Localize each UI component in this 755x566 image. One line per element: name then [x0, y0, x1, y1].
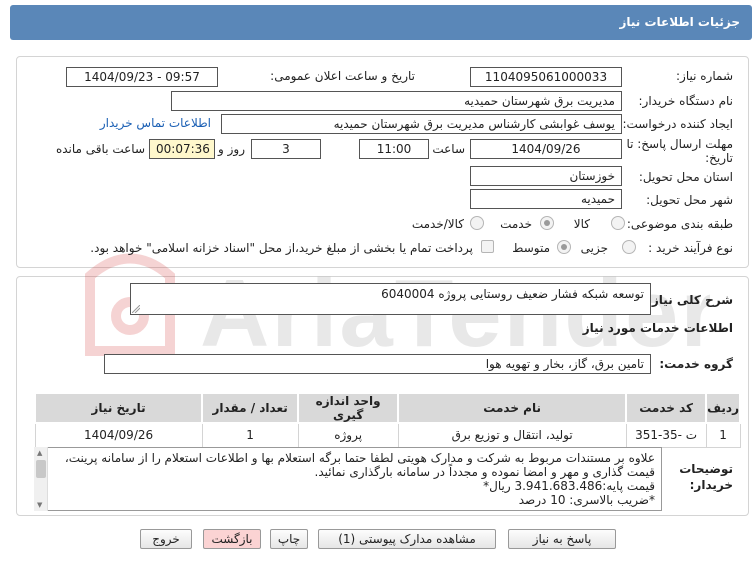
- buyer-contact-link[interactable]: اطلاعات تماس خریدار: [100, 116, 211, 130]
- cell-unit: پروژه: [297, 422, 399, 448]
- buyer-notes-line: علاوه بر مستندات مربوط به شرکت و مدارک ه…: [64, 451, 655, 465]
- process-option-medium: متوسط: [512, 241, 550, 255]
- scroll-thumb[interactable]: [36, 460, 46, 478]
- cell-date: 1404/09/26: [34, 422, 203, 448]
- exit-button[interactable]: خروج: [140, 529, 192, 549]
- deadline-time-label: ساعت: [432, 142, 465, 156]
- cell-row: 1: [705, 422, 741, 448]
- col-unit-header: واحد اندازه گیری: [297, 392, 400, 424]
- need-info-panel: [16, 56, 749, 268]
- cell-code: ت -35-351: [625, 422, 707, 448]
- treasury-payment-checkbox[interactable]: [481, 240, 494, 253]
- city-field[interactable]: حمیدیه: [470, 189, 622, 209]
- service-group-label: گروه خدمت:: [659, 357, 733, 371]
- payment-note: پرداخت تمام یا بخشی از مبلغ خرید،از محل …: [90, 241, 473, 255]
- print-button[interactable]: چاپ: [270, 529, 308, 549]
- remaining-time-field[interactable]: 00:07:36: [149, 139, 215, 159]
- category-option-goods-service: کالا/خدمت: [411, 217, 464, 231]
- city-label: شهر محل تحویل:: [646, 193, 733, 207]
- back-button[interactable]: بازگشت: [203, 529, 261, 549]
- process-label: نوع فرآیند خرید :: [648, 241, 733, 255]
- col-qty-header: تعداد / مقدار: [201, 392, 300, 424]
- deadline-date-field[interactable]: 1404/09/26: [470, 139, 622, 159]
- deadline-label-2: تاریخ:: [705, 151, 733, 165]
- announce-date-label: تاریخ و ساعت اعلان عمومی:: [270, 69, 415, 83]
- category-radio-goods-service[interactable]: [470, 216, 484, 230]
- scroll-down-icon[interactable]: ▼: [37, 501, 42, 509]
- creator-label: ایجاد کننده درخواست:: [622, 117, 733, 131]
- page-title: جزئیات اطلاعات نیاز: [619, 15, 740, 29]
- deadline-label-1: مهلت ارسال پاسخ: تا: [626, 137, 733, 151]
- table-row: 1 ت -35-351 تولید، انتقال و توزیع برق پر…: [34, 422, 741, 448]
- scroll-up-icon[interactable]: ▲: [37, 449, 42, 457]
- resize-grip-icon[interactable]: [132, 305, 140, 313]
- cell-name: تولید، انتقال و توزیع برق: [397, 422, 627, 448]
- cell-qty: 1: [201, 422, 299, 448]
- col-code-header: کد خدمت: [625, 392, 708, 424]
- buyer-notes-scrollbar[interactable]: ▲ ▼: [34, 447, 48, 511]
- category-option-goods: کالا: [573, 217, 590, 231]
- page-header: جزئیات اطلاعات نیاز: [10, 5, 752, 40]
- buyer-notes-line: قیمت گذاری و مهر و امضا نموده و مجدداً د…: [314, 465, 655, 479]
- buyer-notes-line: قیمت پایه:3.941.683.486 ریال*: [483, 479, 655, 493]
- summary-label: شرح کلی نیاز:: [647, 293, 733, 307]
- category-radio-service[interactable]: [540, 216, 554, 230]
- need-number-label: شماره نیاز:: [676, 69, 733, 83]
- reply-button[interactable]: پاسخ به نیاز: [508, 529, 616, 549]
- buyer-notes-label-1: توضیحات: [679, 462, 733, 476]
- buyer-notes-line: *ضریب بالاسری: 10 درصد: [518, 493, 655, 507]
- announce-date-field[interactable]: 1404/09/23 - 09:57: [66, 67, 218, 87]
- days-label: روز و: [218, 142, 245, 156]
- summary-field[interactable]: توسعه شبکه فشار ضعیف روستایی پروژه 60400…: [130, 283, 651, 315]
- process-radio-minor[interactable]: [622, 240, 636, 254]
- province-label: استان محل تحویل:: [638, 170, 733, 184]
- remaining-time-label: ساعت باقی مانده: [55, 142, 145, 156]
- process-option-minor: جزیی: [580, 241, 608, 255]
- category-option-service: خدمت: [500, 217, 532, 231]
- attachments-button[interactable]: مشاهده مدارک پیوستی (1): [318, 529, 496, 549]
- col-name-header: نام خدمت: [397, 392, 628, 424]
- service-group-field[interactable]: تامین برق، گاز، بخار و تهویه هوا: [104, 354, 651, 374]
- col-date-header: تاریخ نیاز: [33, 392, 204, 424]
- table-header-row: ردیف کد خدمت نام خدمت واحد اندازه گیری ت…: [33, 392, 741, 424]
- creator-field[interactable]: یوسف غوابشی کارشناس مدیریت برق شهرستان ح…: [221, 114, 622, 134]
- deadline-time-field[interactable]: 11:00: [359, 139, 429, 159]
- category-label: طبقه بندی موضوعی:: [626, 217, 733, 231]
- process-radio-medium[interactable]: [557, 240, 571, 254]
- services-table: ردیف کد خدمت نام خدمت واحد اندازه گیری ت…: [33, 392, 741, 448]
- buyer-notes-field[interactable]: علاوه بر مستندات مربوط به شرکت و مدارک ه…: [34, 447, 662, 511]
- buyer-org-label: نام دستگاه خریدار:: [638, 94, 734, 108]
- category-radio-goods[interactable]: [611, 216, 625, 230]
- need-number-field[interactable]: 1104095061000033: [470, 67, 622, 87]
- days-remaining-field[interactable]: 3: [251, 139, 321, 159]
- province-field[interactable]: خوزستان: [470, 166, 622, 186]
- buyer-org-field[interactable]: مدیریت برق شهرستان حمیدیه: [171, 91, 622, 111]
- services-heading: اطلاعات خدمات مورد نیاز: [582, 321, 733, 335]
- buyer-notes-label-2: خریدار:: [689, 478, 733, 492]
- col-row-header: ردیف: [705, 392, 741, 424]
